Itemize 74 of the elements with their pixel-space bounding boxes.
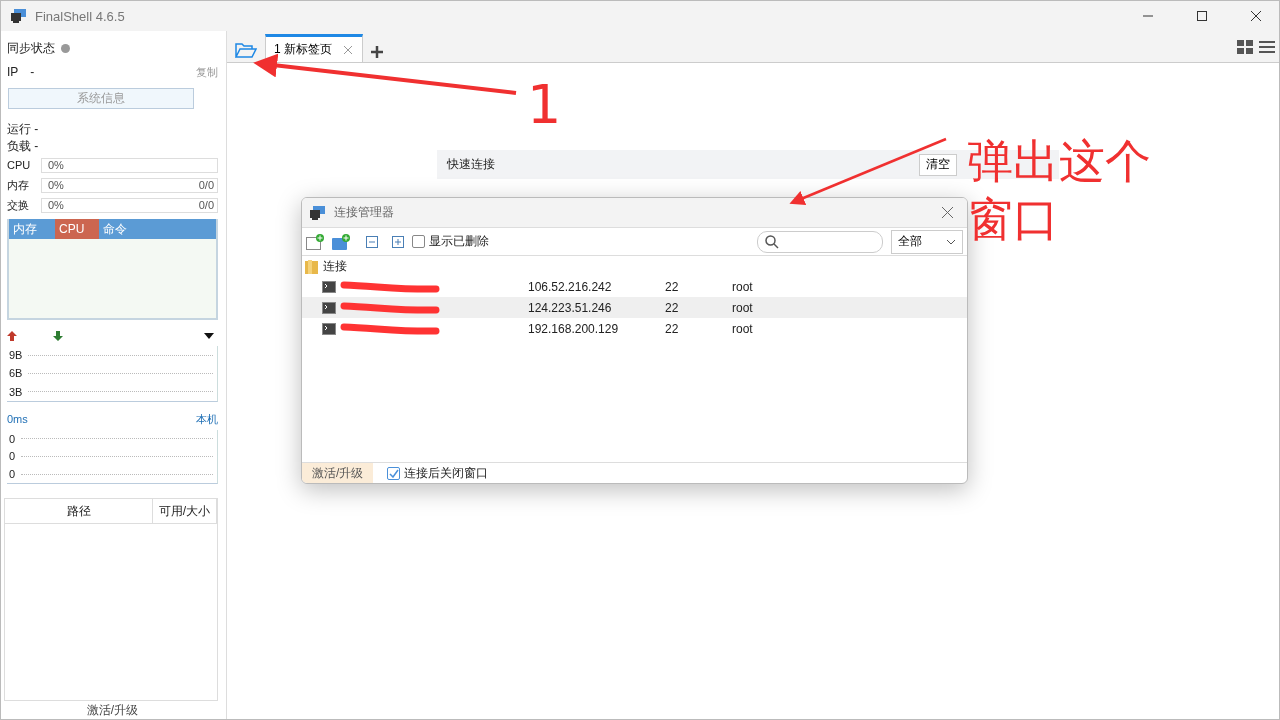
folder-icon: [305, 259, 319, 274]
connection-row[interactable]: 124.223.51.246 22 root: [302, 297, 967, 318]
checkbox-label: 连接后关闭窗口: [404, 464, 489, 482]
maximize-icon[interactable]: [1197, 11, 1207, 21]
terminal-icon: [322, 301, 336, 314]
terminal-icon: [322, 280, 336, 293]
meter-label: 内存: [7, 177, 30, 193]
load-text: 负载 -: [7, 138, 39, 155]
search-icon: [765, 234, 779, 249]
search-field[interactable]: [757, 230, 883, 253]
dropdown-triangle-icon[interactable]: [204, 333, 214, 339]
annotation-number: 1: [527, 72, 563, 138]
user-cell-text: root: [732, 300, 754, 315]
session-tab[interactable]: 1 新标签页: [265, 34, 363, 62]
connection-row[interactable]: 106.52.216.242 22 root: [302, 276, 967, 297]
host-cell-text: 124.223.51.246: [528, 300, 613, 315]
ip-label: IP: [7, 65, 19, 79]
uptime-text: 运行 -: [7, 121, 39, 138]
sync-status-label: 同步状态: [7, 39, 55, 57]
download-arrow-icon: [53, 331, 63, 341]
axis-label: 6B: [9, 367, 23, 380]
activate-upgrade-button[interactable]: 激活/升级: [302, 462, 374, 483]
port-cell-text: 22: [665, 279, 680, 294]
port-cell-text: 22: [665, 321, 680, 336]
axis-label: 9B: [9, 349, 23, 362]
clear-button[interactable]: 清空: [919, 153, 957, 176]
axis-label: 0: [9, 450, 16, 463]
port-cell-text: 22: [665, 300, 680, 315]
host-cell-text: 192.168.200.129: [528, 321, 620, 336]
connection-row[interactable]: 192.168.200.129 22 root: [302, 318, 967, 339]
user-cell-text: root: [732, 321, 754, 336]
meter-total: 0/0: [198, 199, 214, 211]
grid-layout-icon[interactable]: [1237, 39, 1253, 54]
checkbox-label: 显示已删除: [429, 233, 489, 250]
app-monitor-icon: [310, 205, 326, 220]
ping-value: 0ms: [7, 413, 28, 425]
meter-total: 0/0: [198, 179, 214, 191]
meter-reading: 0%: [48, 199, 64, 211]
expand-all-icon[interactable]: [392, 235, 404, 248]
upload-arrow-icon: [7, 331, 17, 341]
axis-label: 0: [9, 432, 16, 445]
checkbox[interactable]: [412, 235, 425, 248]
folder-name: 连接: [323, 258, 347, 275]
add-tab-icon[interactable]: [371, 46, 383, 58]
meter-label: 交换: [7, 197, 30, 213]
meter-label: CPU: [7, 159, 32, 171]
app-monitor-icon: [11, 9, 27, 23]
new-folder-icon[interactable]: [332, 233, 350, 250]
axis-label: 3B: [9, 385, 23, 398]
close-icon[interactable]: [942, 207, 953, 218]
dialog-title: 连接管理器: [334, 204, 394, 221]
host-cell-text: 106.52.216.242: [528, 279, 613, 294]
open-folder-icon[interactable]: [235, 42, 257, 58]
ip-value: -: [30, 65, 35, 79]
menu-icon[interactable]: [1259, 39, 1275, 54]
annotation-text: 弹出这个窗口: [967, 133, 1152, 248]
caret-icon: [946, 238, 956, 245]
meter-reading: 0%: [48, 179, 64, 191]
quick-connect-label: 快速连接: [447, 156, 495, 173]
process-tab[interactable]: CPU: [55, 219, 99, 239]
terminal-icon: [322, 322, 336, 335]
column-header: 路径: [5, 499, 153, 523]
new-connection-icon[interactable]: [306, 233, 324, 250]
axis-label: 0: [9, 468, 16, 481]
collapse-all-icon[interactable]: [366, 235, 378, 248]
window-title: FinalShell 4.6.5: [35, 8, 126, 24]
filter-dropdown[interactable]: 全部: [891, 229, 963, 254]
ping-target-link[interactable]: 本机: [196, 411, 218, 427]
column-header: 可用/大小: [153, 499, 217, 523]
activate-upgrade-link[interactable]: 激活/升级: [86, 701, 139, 719]
meter-reading: 0%: [48, 159, 64, 171]
close-icon[interactable]: [1251, 11, 1261, 21]
checkbox[interactable]: [387, 466, 401, 480]
user-cell-text: root: [732, 279, 754, 294]
